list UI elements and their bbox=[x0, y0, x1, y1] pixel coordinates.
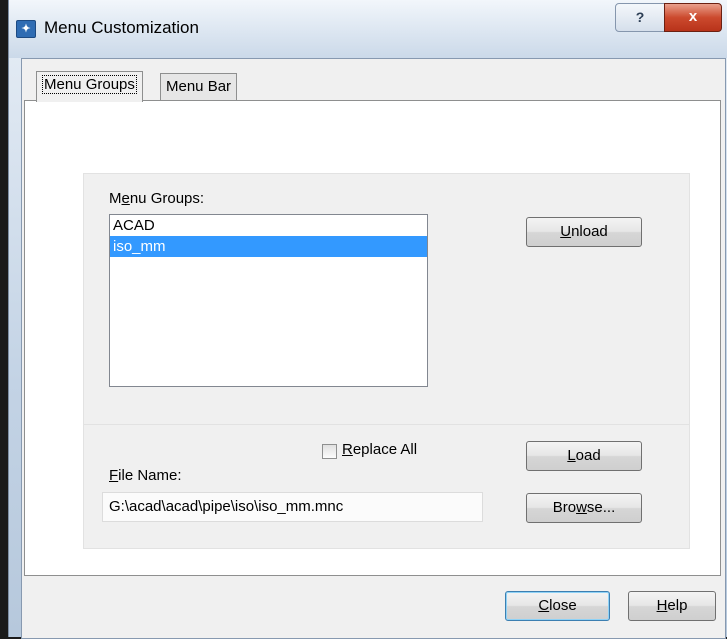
window-title: Menu Customization bbox=[44, 18, 199, 37]
tab-menu-bar[interactable]: Menu Bar bbox=[160, 73, 238, 101]
unload-button[interactable]: Unload bbox=[526, 217, 642, 247]
replace-all-label[interactable]: Replace All bbox=[342, 441, 417, 458]
load-button[interactable]: Load bbox=[526, 441, 642, 471]
list-item-iso-mm[interactable]: iso_mm bbox=[110, 236, 427, 257]
title-bar[interactable]: ✦ Menu Customization ? x bbox=[9, 0, 727, 58]
menu-groups-section: Menu Groups: ACAD iso_mm Unload bbox=[83, 173, 690, 425]
file-name-label: File Name: bbox=[109, 467, 182, 484]
title-close-button[interactable]: x bbox=[664, 3, 722, 32]
file-section: Replace All Load File Name: G:\acad\acad… bbox=[83, 424, 690, 549]
question-icon: ? bbox=[635, 9, 645, 25]
dialog-window: ✦ Menu Customization ? x Menu Groups Men… bbox=[8, 0, 727, 639]
dialog-client-area: Menu Groups Menu Bar Menu Groups: ACAD i… bbox=[21, 58, 726, 639]
file-name-field[interactable]: G:\acad\acad\pipe\iso\iso_mm.mnc bbox=[102, 492, 483, 522]
app-icon: ✦ bbox=[16, 20, 36, 38]
replace-all-checkbox[interactable] bbox=[322, 444, 337, 459]
tab-menu-groups[interactable]: Menu Groups bbox=[36, 71, 143, 102]
browse-button[interactable]: Browse... bbox=[526, 493, 642, 523]
close-icon: x bbox=[688, 8, 698, 25]
list-item-acad[interactable]: ACAD bbox=[110, 215, 427, 236]
help-button[interactable]: Help bbox=[628, 591, 716, 621]
close-button[interactable]: Close bbox=[505, 591, 610, 621]
menu-groups-label: Menu Groups: bbox=[109, 190, 205, 207]
tab-panel-menu-groups: Menu Groups: ACAD iso_mm Unload Replace … bbox=[24, 100, 721, 576]
menu-groups-listbox[interactable]: ACAD iso_mm bbox=[109, 214, 428, 387]
title-help-button[interactable]: ? bbox=[615, 3, 665, 32]
